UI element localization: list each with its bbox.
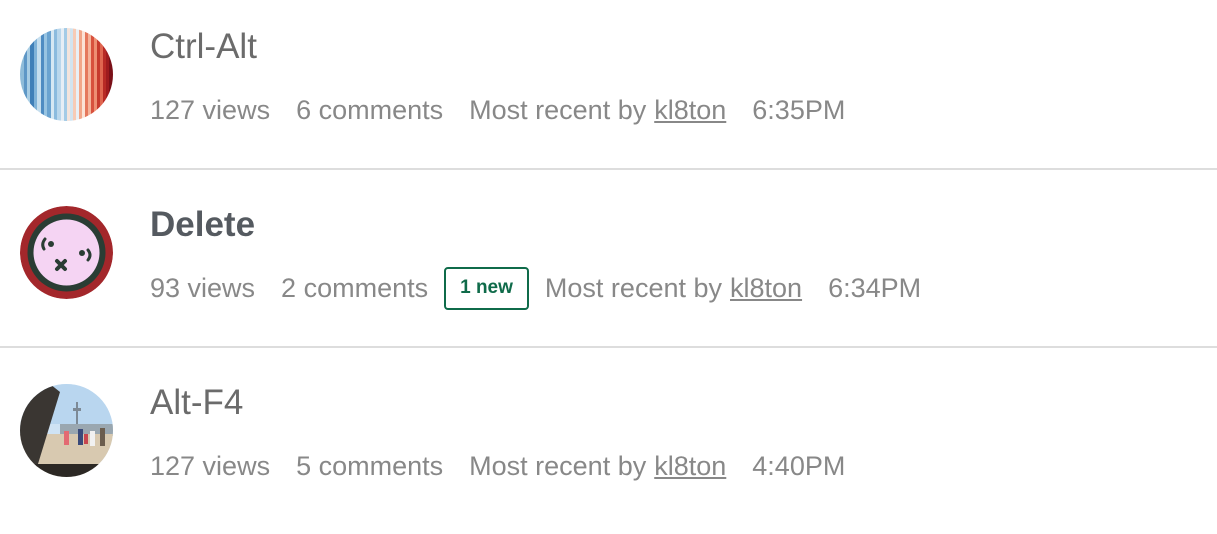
most-recent-user-link[interactable]: kl8ton — [730, 273, 802, 304]
discussion-meta: 93 views 2 comments 1 new Most recent by… — [150, 266, 921, 310]
divider — [0, 346, 1217, 348]
views-count: 93 views — [150, 272, 256, 303]
discussion-meta: 127 views 6 comments Most recent by kl8t… — [150, 88, 845, 132]
last-activity-time: 6:34PM — [828, 272, 922, 303]
avatar[interactable] — [20, 206, 113, 299]
comments-count: 2 comments — [281, 272, 429, 303]
discussion-title[interactable]: Ctrl-Alt — [150, 27, 257, 67]
most-recent-label: Most recent by — [469, 450, 647, 481]
most-recent-user-link[interactable]: kl8ton — [654, 451, 726, 482]
most-recent-label: Most recent by — [544, 272, 722, 303]
face-avatar-icon — [20, 206, 113, 299]
discussion-item: Alt-F4 127 views 5 comments Most recent … — [0, 356, 1217, 534]
views-count: 127 views — [150, 450, 271, 481]
stripes-avatar-icon — [20, 28, 113, 121]
avatar[interactable] — [20, 384, 113, 477]
discussion-item: Ctrl-Alt 127 views 6 comments Most recen… — [0, 0, 1217, 178]
most-recent-user-link[interactable]: kl8ton — [654, 95, 726, 126]
discussion-item: Delete 93 views 2 comments 1 new Most re… — [0, 178, 1217, 356]
discussion-meta: 127 views 5 comments Most recent by kl8t… — [150, 444, 845, 488]
views-count: 127 views — [150, 94, 271, 125]
new-comments-badge[interactable]: 1 new — [444, 266, 529, 310]
last-activity-time: 6:35PM — [752, 94, 846, 125]
most-recent-label: Most recent by — [469, 94, 647, 125]
discussion-title[interactable]: Delete — [150, 205, 255, 245]
comments-count: 5 comments — [296, 450, 444, 481]
comments-count: 6 comments — [296, 94, 444, 125]
divider — [0, 168, 1217, 170]
discussion-title[interactable]: Alt-F4 — [150, 383, 243, 423]
avatar[interactable] — [20, 28, 113, 121]
last-activity-time: 4:40PM — [752, 450, 846, 481]
photo-avatar-icon — [20, 384, 113, 477]
